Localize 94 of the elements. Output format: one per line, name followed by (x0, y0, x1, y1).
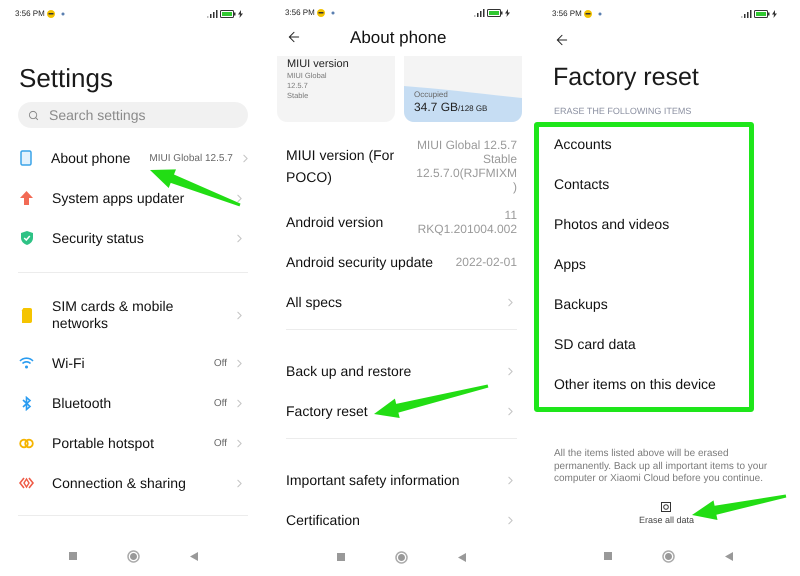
settings-row[interactable]: Bluetooth Off (0, 383, 266, 423)
back-icon[interactable] (458, 552, 466, 562)
charging-icon (505, 9, 510, 18)
row-label: MIUI version (For POCO) (286, 146, 396, 188)
row-label: Certification (286, 511, 360, 530)
storage-reading: 34.7 GB/128 GB (414, 100, 488, 116)
page-title: Settings (19, 62, 113, 94)
erase-item: Accounts (554, 134, 612, 154)
up-arrow-icon (20, 191, 33, 205)
section-header: ERASE THE FOLLOWING ITEMS (554, 105, 692, 118)
row-value: MIUI Global 12.5.7 (149, 152, 233, 166)
settings-row[interactable]: Connection & sharing (0, 463, 266, 503)
row-label: Android security update (286, 253, 434, 272)
info-row[interactable]: Important safety information (270, 460, 533, 500)
erase-item: Other items on this device (554, 374, 716, 394)
back-icon[interactable] (725, 552, 733, 560)
row-label: Wi-Fi (52, 354, 85, 372)
linked-rings-icon (19, 438, 34, 448)
settings-row[interactable]: SIM cards & mobile networks (0, 291, 266, 339)
sim-card-icon (20, 308, 32, 322)
signal-icon (206, 10, 218, 18)
battery-icon (220, 10, 236, 18)
erase-item: Apps (554, 254, 586, 274)
dot-icon (330, 10, 336, 16)
storage-label: Occupied (414, 90, 449, 100)
bluetooth-icon (22, 396, 32, 410)
home-icon[interactable] (126, 550, 140, 562)
info-row[interactable]: All specs (270, 282, 533, 322)
info-row[interactable]: MIUI version (For POCO) MIUI Global 12.5.7 Stable 12.5.7.0(RJFMIXM ) (270, 136, 533, 196)
back-icon[interactable] (190, 552, 198, 560)
card-title: MIUI version (287, 58, 350, 72)
row-value: Off (214, 356, 227, 370)
signal-icon (740, 10, 752, 18)
row-label: SIM cards & mobile networks (52, 298, 174, 332)
erase-all-data-button[interactable]: Erase all data (638, 502, 694, 527)
dot-icon (596, 11, 603, 17)
info-row[interactable]: Android version 11 RKQ1.201004.002 (270, 202, 533, 242)
info-row[interactable]: Factory reset (270, 391, 533, 432)
row-label: System apps updater (52, 190, 184, 206)
settings-row[interactable]: Security status (0, 218, 266, 258)
recent-apps-icon[interactable] (337, 553, 345, 562)
status-time: 3:56 PM (15, 8, 45, 20)
emoji-icon (584, 10, 592, 18)
row-label: Security status (52, 230, 144, 246)
row-value: 2022-02-01 (456, 255, 517, 270)
dot-icon (60, 11, 66, 17)
info-row[interactable]: Certification (270, 500, 533, 540)
status-time: 3:56 PM (552, 8, 582, 20)
erase-notice: All the items listed above will be erased permanently. Back up all important items to your computer or Xiaomi Cloud before you continue. (553, 448, 768, 486)
row-label: About phone (51, 150, 130, 166)
wifi-icon (19, 357, 34, 369)
reset-icon (661, 502, 672, 512)
share-icon (19, 476, 34, 490)
erase-item: Contacts (554, 174, 610, 194)
battery-icon (487, 9, 503, 18)
settings-row[interactable]: Portable hotspot Off (0, 423, 266, 463)
page-title: About phone (350, 26, 446, 49)
info-row[interactable]: Back up and restore (270, 351, 533, 392)
search-input[interactable]: Search settings (49, 104, 229, 126)
page-title: Factory reset (553, 62, 699, 94)
info-row[interactable]: Android security update 2022-02-01 (270, 242, 533, 282)
row-value: MIUI Global 12.5.7 Stable 12.5.7.0(RJFMIXM ) (416, 138, 517, 194)
battery-icon (754, 10, 770, 18)
charging-icon (238, 10, 243, 18)
emoji-icon (316, 9, 325, 18)
row-value: Off (214, 396, 227, 410)
erase-item: Backups (554, 294, 608, 314)
settings-row[interactable]: Wi-Fi Off (0, 343, 266, 383)
shield-icon (20, 231, 32, 245)
row-label: Bluetooth (52, 394, 112, 412)
search-icon (28, 110, 39, 120)
row-label: Portable hotspot (52, 434, 154, 452)
row-label: Factory reset (286, 402, 368, 422)
row-label: Important safety information (286, 471, 460, 490)
erase-item: Photos and videos (554, 214, 670, 234)
home-icon[interactable] (662, 550, 675, 562)
settings-row[interactable]: About phone MIUI Global 12.5.7 (0, 138, 266, 178)
row-value: 11 RKQ1.201004.002 (418, 208, 517, 236)
emoji-icon (46, 10, 55, 18)
home-icon[interactable] (395, 550, 408, 564)
row-value: Off (214, 436, 227, 450)
storage-card[interactable]: Occupied 34.7 GB/128 GB (404, 56, 522, 122)
row-label: Connection & sharing (52, 474, 186, 492)
search-field[interactable]: Search settings (18, 102, 248, 128)
erase-item: SD card data (554, 334, 636, 354)
row-label: Back up and restore (286, 362, 412, 382)
row-label: Android version (286, 213, 384, 232)
signal-icon (473, 9, 485, 18)
settings-row[interactable]: System apps updater (0, 178, 266, 218)
phone-icon (20, 150, 32, 166)
status-time: 3:56 PM (285, 7, 315, 20)
recent-apps-icon[interactable] (68, 552, 76, 560)
charging-icon (772, 10, 777, 18)
row-label: All specs (286, 293, 342, 312)
